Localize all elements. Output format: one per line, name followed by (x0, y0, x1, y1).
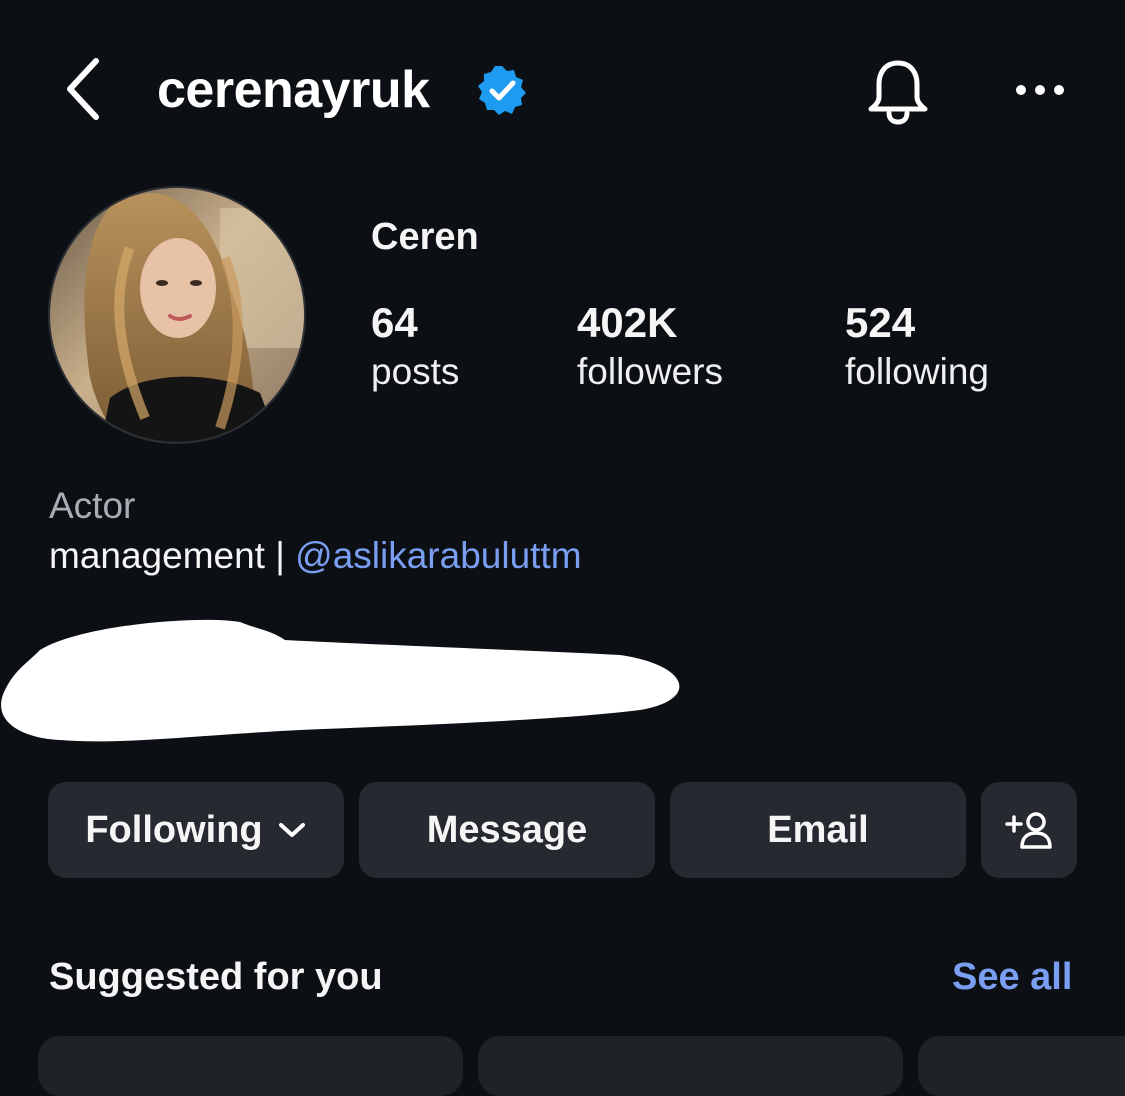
suggested-card[interactable] (478, 1036, 903, 1096)
following-button-label: Following (85, 808, 263, 851)
message-button[interactable]: Message (359, 782, 655, 878)
profile-username: cerenayruk (157, 61, 430, 119)
bio-management-line: management | @aslikarabuluttm (49, 534, 582, 578)
bio-management-text: management | (49, 535, 296, 576)
notifications-button[interactable] (856, 50, 940, 134)
profile-avatar[interactable] (48, 186, 306, 444)
add-person-icon (1005, 812, 1052, 849)
followers-stat[interactable]: 402K followers (577, 298, 723, 396)
suggested-card[interactable] (918, 1036, 1125, 1096)
see-all-link[interactable]: See all (952, 954, 1072, 1000)
back-button[interactable] (52, 52, 116, 126)
more-horizontal-icon (1016, 85, 1064, 95)
followers-count: 402K (577, 299, 678, 346)
redaction-scribble (0, 610, 690, 760)
suggest-people-button[interactable] (981, 782, 1077, 878)
following-button[interactable]: Following (48, 782, 344, 878)
email-button-label: Email (767, 808, 869, 851)
following-stat[interactable]: 524 following (845, 298, 989, 396)
verified-badge-icon (476, 64, 528, 116)
message-button-label: Message (426, 808, 588, 851)
bio-mention-link[interactable]: @aslikarabuluttm (295, 535, 581, 576)
bio-category: Actor (49, 485, 136, 526)
more-options-button[interactable] (1000, 60, 1080, 120)
suggested-card[interactable] (38, 1036, 463, 1096)
posts-count: 64 (371, 299, 418, 346)
bell-icon (868, 60, 928, 125)
following-count: 524 (845, 299, 916, 346)
profile-display-name: Ceren (371, 216, 479, 258)
email-button[interactable]: Email (670, 782, 966, 878)
posts-stat[interactable]: 64 posts (371, 298, 459, 396)
chevron-left-icon (67, 58, 99, 120)
chevron-down-icon (277, 820, 307, 840)
posts-label: posts (371, 351, 460, 392)
suggested-title: Suggested for you (49, 956, 383, 998)
following-label: following (845, 351, 989, 392)
followers-label: followers (577, 351, 723, 392)
